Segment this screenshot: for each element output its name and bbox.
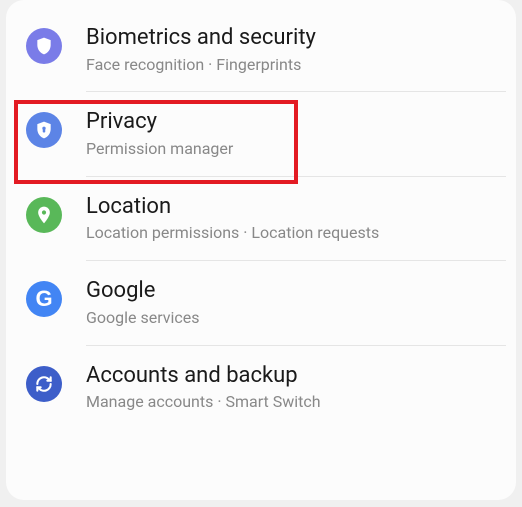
item-sub: Manage accounts · Smart Switch <box>86 392 496 413</box>
sync-icon <box>26 366 62 402</box>
item-text: Biometrics and security Face recognition… <box>86 24 496 75</box>
privacy-shield-icon <box>26 112 62 148</box>
item-title: Biometrics and security <box>86 24 496 53</box>
settings-item-location[interactable]: Location Location permissions · Location… <box>6 177 516 260</box>
item-text: Privacy Permission manager <box>86 108 496 159</box>
google-g-icon: G <box>26 281 62 317</box>
item-title: Privacy <box>86 108 496 137</box>
settings-card: Biometrics and security Face recognition… <box>6 0 516 500</box>
settings-item-google[interactable]: G Google Google services <box>6 261 516 344</box>
shield-icon <box>26 28 62 64</box>
item-title: Location <box>86 193 496 222</box>
settings-item-accounts-backup[interactable]: Accounts and backup Manage accounts · Sm… <box>6 346 516 429</box>
location-pin-icon <box>26 197 62 233</box>
item-sub: Face recognition · Fingerprints <box>86 55 496 76</box>
item-sub: Permission manager <box>86 139 496 160</box>
item-text: Location Location permissions · Location… <box>86 193 496 244</box>
settings-item-privacy[interactable]: Privacy Permission manager <box>6 92 516 175</box>
item-text: Google Google services <box>86 277 496 328</box>
item-sub: Location permissions · Location requests <box>86 223 496 244</box>
item-title: Google <box>86 277 496 306</box>
item-text: Accounts and backup Manage accounts · Sm… <box>86 362 496 413</box>
item-title: Accounts and backup <box>86 362 496 391</box>
item-sub: Google services <box>86 308 496 329</box>
settings-item-biometrics[interactable]: Biometrics and security Face recognition… <box>6 8 516 91</box>
